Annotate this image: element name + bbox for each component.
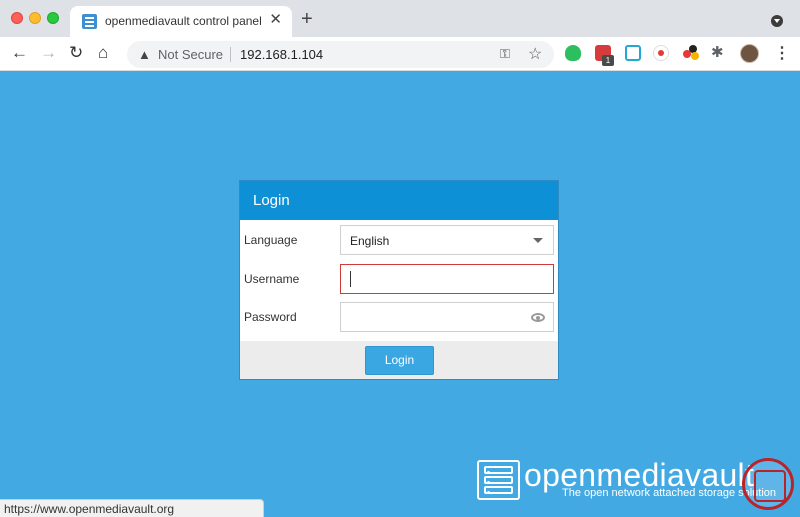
show-password-eye-icon[interactable] xyxy=(531,313,545,322)
forward-button[interactable]: → xyxy=(40,43,57,63)
color-balls-extension-icon[interactable] xyxy=(683,45,699,61)
extension-badge: 1 xyxy=(602,55,614,66)
back-button[interactable]: ← xyxy=(11,43,28,63)
chevron-down-icon[interactable] xyxy=(533,238,543,243)
password-label: Password xyxy=(244,310,297,324)
language-select-value: English xyxy=(350,234,390,248)
username-input[interactable] xyxy=(340,264,554,294)
tab-title: openmediavault control panel - xyxy=(105,14,263,28)
login-dialog: Login Language English Username Password… xyxy=(239,180,559,380)
warning-icon[interactable]: ▲ xyxy=(138,47,151,62)
url-text[interactable]: 192.168.1.104 xyxy=(240,47,323,62)
home-button[interactable]: ⌂ xyxy=(98,43,108,63)
profile-avatar[interactable] xyxy=(740,44,759,63)
new-tab-button[interactable]: + xyxy=(301,9,313,29)
text-cursor xyxy=(350,271,351,287)
login-dialog-title: Login xyxy=(253,192,290,209)
security-status[interactable]: Not Secure xyxy=(158,47,223,62)
username-label: Username xyxy=(244,272,300,286)
language-label: Language xyxy=(244,233,298,247)
openmediavault-logo-icon xyxy=(477,460,520,500)
key-icon[interactable]: ⚿ xyxy=(500,46,510,62)
extensions-puzzle-icon[interactable]: ✱ xyxy=(711,43,724,61)
minimize-window-button[interactable] xyxy=(29,12,41,24)
browser-tab-bar: openmediavault control panel - ✕ + xyxy=(0,0,800,37)
seal-stamp-icon xyxy=(742,458,794,510)
omnibox-divider xyxy=(230,47,231,62)
openmediavault-favicon-icon xyxy=(82,14,97,29)
language-select[interactable]: English xyxy=(340,225,554,255)
close-window-button[interactable] xyxy=(11,12,23,24)
link-status-bar: https://www.openmediavault.org xyxy=(0,499,264,517)
evernote-extension-icon[interactable] xyxy=(565,45,581,61)
login-button[interactable]: Login xyxy=(365,346,434,375)
maximize-window-button[interactable] xyxy=(47,12,59,24)
login-dialog-footer: Login xyxy=(240,341,558,379)
tab-close-icon[interactable]: ✕ xyxy=(269,11,282,29)
tab-search-icon[interactable] xyxy=(771,15,783,27)
password-input[interactable] xyxy=(340,302,554,332)
reload-button[interactable]: ↻ xyxy=(69,43,83,63)
screen-capture-extension-icon[interactable] xyxy=(625,45,641,61)
bookmark-star-icon[interactable]: ☆ xyxy=(528,44,542,64)
login-dialog-header: Login xyxy=(240,181,558,220)
browser-tab[interactable]: openmediavault control panel - ✕ xyxy=(70,6,292,37)
browser-menu-icon[interactable]: ⋮ xyxy=(774,43,790,63)
record-extension-icon[interactable] xyxy=(653,45,669,61)
address-bar[interactable]: ▲ Not Secure 192.168.1.104 ⚿ ☆ xyxy=(127,41,554,68)
browser-toolbar: ← → ↻ ⌂ ▲ Not Secure 192.168.1.104 ⚿ ☆ 1… xyxy=(0,37,800,71)
